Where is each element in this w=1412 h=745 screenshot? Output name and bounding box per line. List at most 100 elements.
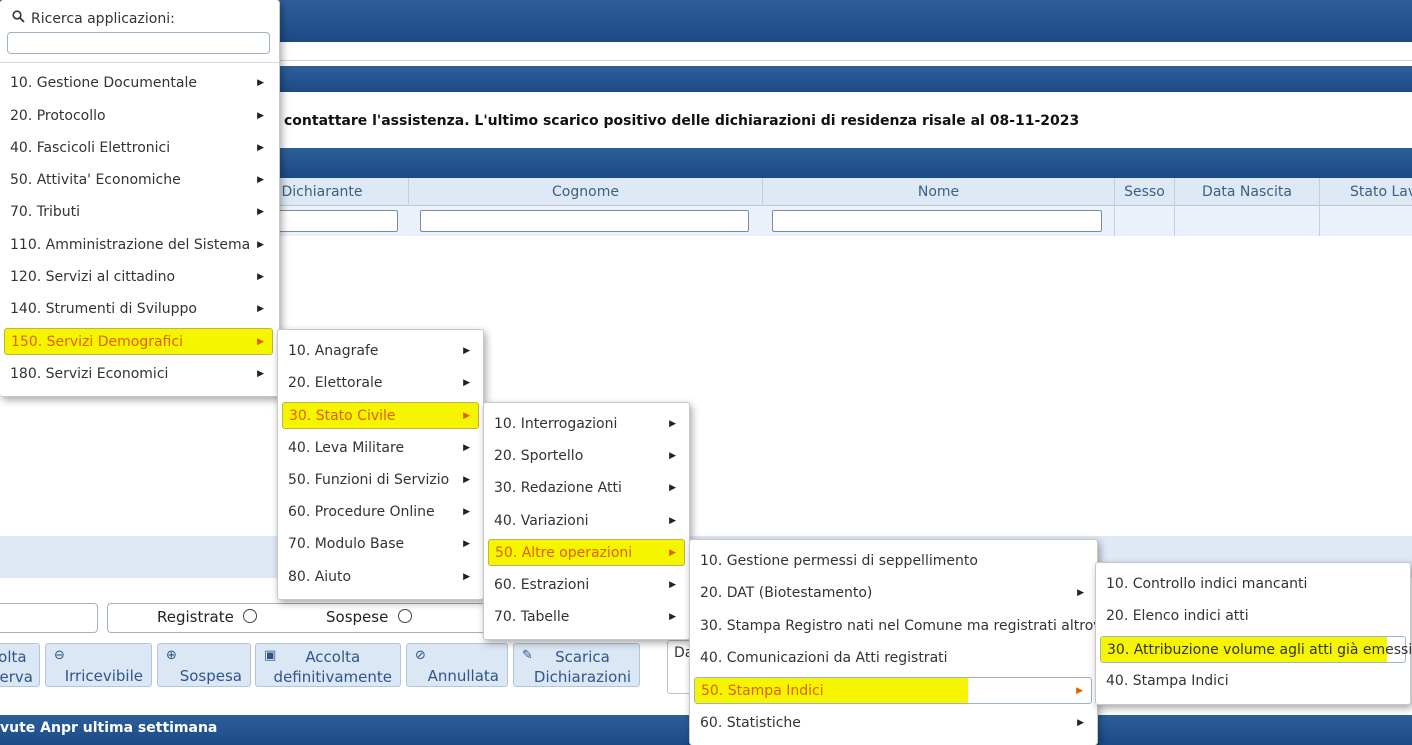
button-label: Scarica Dichiarazioni: [533, 648, 631, 686]
search-icon: [12, 10, 25, 27]
menu-item-modulo-base[interactable]: 70. Modulo Base ▶: [282, 531, 478, 558]
minus-circle-icon: ⊖: [54, 648, 65, 663]
divider: [1114, 206, 1115, 236]
button-label: Irricevibile: [64, 667, 143, 685]
caret-right-icon: ▶: [1077, 588, 1084, 598]
column-header-cognome[interactable]: Cognome: [409, 178, 763, 206]
scarica-dichiarazioni-button[interactable]: ✎ Scarica Dichiarazioni: [513, 643, 640, 687]
caret-right-icon: ▶: [257, 207, 264, 217]
menu-item-stato-civile[interactable]: 30. Stato Civile ▶: [282, 402, 479, 429]
menu-item-permessi-seppellimento[interactable]: 10. Gestione permessi di seppellimento: [694, 548, 1092, 575]
sospesa-button[interactable]: ⊕ Sospesa: [157, 643, 251, 687]
menu-item-statistiche[interactable]: 60. Statistiche ▶: [694, 710, 1092, 737]
caret-right-icon: ▶: [669, 451, 676, 461]
submenu-stampa-indici: 10. Controllo indici mancanti 20. Elenco…: [1095, 562, 1412, 705]
menu-item-servizi-economici[interactable]: 180. Servizi Economici ▶: [4, 361, 272, 388]
caret-right-icon: ▶: [669, 612, 676, 622]
caret-right-icon: ▶: [463, 346, 470, 356]
menu-item-protocollo[interactable]: 20. Protocollo ▶: [4, 103, 272, 130]
radio-sospese[interactable]: [398, 609, 412, 623]
button-label: oltaserva: [0, 648, 33, 686]
menu-item-gestione-documentale[interactable]: 10. Gestione Documentale ▶: [4, 70, 272, 97]
column-header-data-nascita[interactable]: Data Nascita: [1175, 178, 1320, 206]
caret-right-icon: ▶: [1077, 718, 1084, 728]
caret-right-icon: ▶: [257, 111, 264, 121]
bottom-section-title: vute Anpr ultima settimana: [0, 720, 218, 736]
accolta-definitivamente-button[interactable]: ▣ Accolta definitivamente: [255, 643, 401, 687]
menu-item-redazione-atti[interactable]: 30. Redazione Atti ▶: [488, 475, 684, 502]
menu-item-funzioni-servizio[interactable]: 50. Funzioni di Servizio ▶: [282, 467, 478, 494]
submenu-servizi-demografici: 10. Anagrafe ▶ 20. Elettorale ▶ 30. Stato …: [277, 329, 484, 600]
ban-icon: ⊘: [415, 648, 426, 663]
caret-right-icon: ▶: [257, 240, 264, 250]
menu-item-tributi[interactable]: 70. Tributi ▶: [4, 199, 272, 226]
caret-right-icon: ▶: [257, 272, 264, 282]
menu-item-estrazioni[interactable]: 60. Estrazioni ▶: [488, 572, 684, 599]
submenu-stato-civile: 10. Interrogazioni ▶ 20. Sportello ▶ 30. R…: [483, 402, 690, 640]
menu-item-elettorale[interactable]: 20. Elettorale ▶: [282, 370, 478, 397]
accolta-riserva-button[interactable]: oltaserva: [0, 643, 40, 687]
menu-item-strumenti-sviluppo[interactable]: 140. Strumenti di Sviluppo ▶: [4, 296, 272, 323]
menu-item-aiuto[interactable]: 80. Aiuto ▶: [282, 564, 478, 591]
submenu-altre-operazioni: 10. Gestione permessi di seppellimento 2…: [689, 539, 1110, 745]
caret-right-icon: ▶: [669, 580, 676, 590]
menu-item-sportello[interactable]: 20. Sportello ▶: [488, 443, 684, 470]
button-label: Annullata: [427, 667, 499, 685]
menu-item-stampa-indici[interactable]: 50. Stampa Indici ▶: [694, 677, 1092, 704]
annullata-button[interactable]: ⊘ Annullata: [406, 643, 508, 687]
caret-right-icon: ▶: [669, 419, 676, 429]
filter-field[interactable]: [0, 603, 98, 633]
menu-item-servizi-demografici[interactable]: 150. Servizi Demografici ▶: [4, 328, 273, 355]
caret-right-icon: ▶: [463, 507, 470, 517]
caret-right-icon: ▶: [669, 548, 676, 558]
column-header-sesso[interactable]: Sesso: [1115, 178, 1175, 206]
divider: [1319, 206, 1320, 236]
filter-cognome-input[interactable]: [420, 210, 749, 232]
caret-right-icon: ▶: [257, 175, 264, 185]
column-header-stato-lavorazione[interactable]: Stato Lavo: [1320, 178, 1412, 206]
search-input[interactable]: [7, 32, 270, 54]
caret-right-icon: ▶: [257, 369, 264, 379]
caret-right-icon: ▶: [1076, 686, 1083, 696]
menu-item-interrogazioni[interactable]: 10. Interrogazioni ▶: [488, 411, 684, 438]
menu-item-anagrafe[interactable]: 10. Anagrafe ▶: [282, 338, 478, 365]
caret-right-icon: ▶: [463, 539, 470, 549]
divider: [0, 62, 279, 63]
caret-right-icon: ▶: [463, 475, 470, 485]
caret-right-icon: ▶: [257, 337, 264, 347]
caret-right-icon: ▶: [463, 378, 470, 388]
menu-item-stampa-registro-nati[interactable]: 30. Stampa Registro nati nel Comune ma r…: [694, 613, 1110, 640]
applications-menu: Ricerca applicazioni: 10. Gestione Docum…: [0, 0, 280, 397]
menu-item-fascicoli-elettronici[interactable]: 40. Fascicoli Elettronici ▶: [4, 135, 272, 162]
radio-registrate[interactable]: [243, 609, 257, 623]
menu-item-procedure-online[interactable]: 60. Procedure Online ▶: [282, 499, 478, 526]
menu-item-dat-biotestamento[interactable]: 20. DAT (Biotestamento) ▶: [694, 580, 1092, 607]
menu-item-stampa-indici-report[interactable]: 40. Stampa Indici: [1100, 668, 1406, 695]
menu-item-altre-operazioni[interactable]: 50. Altre operazioni ▶: [488, 539, 685, 566]
radio-registrate-label: Registrate: [157, 608, 234, 626]
menu-item-variazioni[interactable]: 40. Variazioni ▶: [488, 508, 684, 535]
filter-nome-input[interactable]: [772, 210, 1102, 232]
menu-item-attivita-economiche[interactable]: 50. Attivita' Economiche ▶: [4, 167, 272, 194]
search-label: Ricerca applicazioni:: [12, 10, 175, 27]
caret-right-icon: ▶: [669, 483, 676, 493]
menu-item-leva-militare[interactable]: 40. Leva Militare ▶: [282, 435, 478, 462]
caret-right-icon: ▶: [463, 411, 470, 421]
button-label: Accolta definitivamente: [273, 648, 392, 686]
menu-item-elenco-indici[interactable]: 20. Elenco indici atti: [1100, 603, 1406, 630]
menu-item-comunicazioni-atti[interactable]: 40. Comunicazioni da Atti registrati: [694, 645, 1092, 672]
caret-right-icon: ▶: [257, 304, 264, 314]
pencil-icon: ✎: [522, 648, 533, 663]
irricevibile-button[interactable]: ⊖ Irricevibile: [45, 643, 152, 687]
column-header-nome[interactable]: Nome: [763, 178, 1115, 206]
menu-item-amministrazione-sistema[interactable]: 110. Amministrazione del Sistema ▶: [4, 232, 272, 259]
menu-item-attribuzione-volume[interactable]: 30. Attribuzione volume agli atti già em…: [1100, 636, 1412, 663]
caret-right-icon: ▶: [669, 516, 676, 526]
menu-item-servizi-cittadino[interactable]: 120. Servizi al cittadino ▶: [4, 264, 272, 291]
arrow-up-circle-icon: ⊕: [166, 648, 177, 663]
menu-item-tabelle[interactable]: 70. Tabelle ▶: [488, 604, 684, 631]
caret-right-icon: ▶: [463, 572, 470, 582]
menu-item-controllo-indici[interactable]: 10. Controllo indici mancanti: [1100, 571, 1406, 598]
divider: [1174, 206, 1175, 236]
caret-right-icon: ▶: [257, 78, 264, 88]
